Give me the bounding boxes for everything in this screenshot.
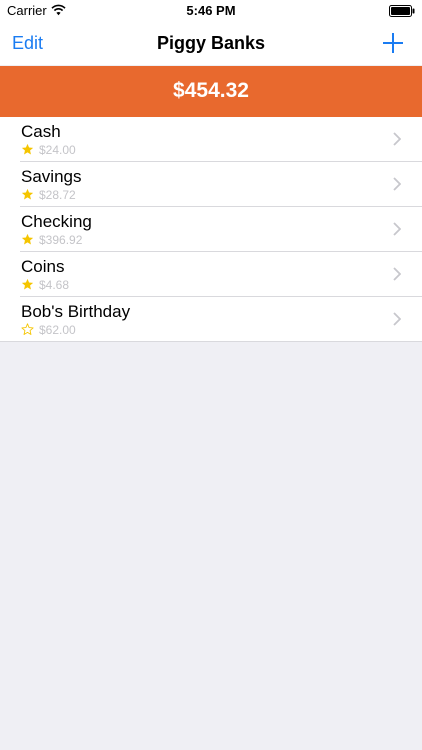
list-item-savings[interactable]: Savings $28.72 <box>0 162 422 207</box>
item-name: Savings <box>21 167 82 186</box>
status-time: 5:46 PM <box>186 3 236 18</box>
plus-icon <box>383 33 403 53</box>
star-filled-icon[interactable] <box>21 233 34 246</box>
list-item-checking[interactable]: Checking $396.92 <box>0 207 422 252</box>
item-name: Coins <box>21 257 65 276</box>
bank-list: Cash $24.00 Savings $28.72 Checking $396… <box>0 117 422 342</box>
item-amount: $24.00 <box>39 143 76 157</box>
page-title: Piggy Banks <box>156 33 266 53</box>
chevron-right-icon <box>393 132 401 146</box>
item-amount: $28.72 <box>39 188 76 202</box>
star-filled-icon[interactable] <box>21 188 34 201</box>
star-filled-icon[interactable] <box>21 278 34 291</box>
total-banner: $454.32 <box>0 66 422 117</box>
total-amount: $454.32 <box>173 79 249 102</box>
list-item-coins[interactable]: Coins $4.68 <box>0 252 422 297</box>
chevron-right-icon <box>393 312 401 326</box>
item-name: Cash <box>21 122 61 141</box>
star-filled-icon[interactable] <box>21 143 34 156</box>
item-amount: $4.68 <box>39 278 70 292</box>
item-name: Bob's Birthday <box>21 302 131 321</box>
item-amount: $396.92 <box>39 233 83 247</box>
item-name: Checking <box>21 212 92 231</box>
list-item-cash[interactable]: Cash $24.00 <box>0 117 422 162</box>
add-bank-button[interactable] <box>382 32 404 54</box>
star-outline-icon[interactable] <box>21 323 34 336</box>
list-item-bobs-birthday[interactable]: Bob's Birthday $62.00 <box>0 297 422 342</box>
chevron-right-icon <box>393 222 401 236</box>
status-bar: Carrier 5:46 PM <box>0 0 422 22</box>
item-amount: $62.00 <box>39 323 76 337</box>
navigation-bar: Edit Piggy Banks <box>0 22 422 65</box>
chevron-right-icon <box>393 177 401 191</box>
chevron-right-icon <box>393 267 401 281</box>
battery-icon <box>389 5 415 17</box>
